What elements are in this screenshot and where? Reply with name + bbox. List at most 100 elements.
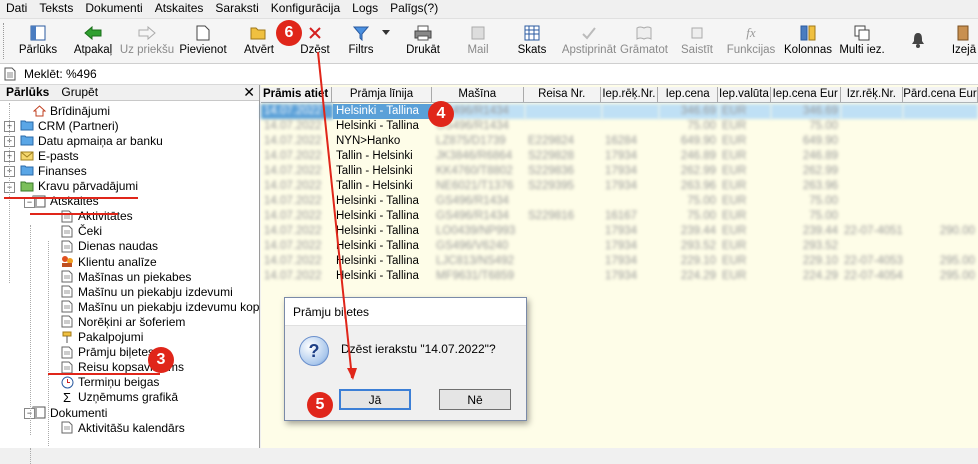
table-row[interactable]: 14.07.2022 Helsinki - Tallina LO0439/NP993… — [261, 224, 978, 239]
table-cell: EUR — [722, 180, 747, 192]
tree-item[interactable]: Dienas naudas — [60, 239, 158, 254]
table-cell — [841, 149, 903, 164]
approve-button[interactable]: Apstiprināt — [560, 19, 618, 63]
table-row[interactable]: 14.07.2022 Tallin - Helsinki JK3846/R6864 S… — [261, 149, 978, 164]
clock-icon — [60, 376, 74, 389]
table-cell: 17934 — [605, 150, 637, 162]
tab-parluks[interactable]: Pārlūks — [0, 85, 55, 100]
add-button[interactable]: Pievienot — [178, 19, 228, 63]
tree-item[interactable]: Finanses — [20, 163, 87, 178]
post-button[interactable]: Grāmatot — [620, 19, 668, 63]
table-cell: Helsinki - Tallina — [336, 270, 419, 282]
tree-item[interactable]: E-pasts — [20, 148, 79, 163]
menu-saraksti[interactable]: Saraksti — [209, 0, 264, 17]
table-cell: 262.99 — [802, 165, 838, 177]
table-cell — [903, 134, 978, 149]
menu-atskaites[interactable]: Atskaites — [149, 0, 210, 17]
table-row[interactable]: 14.07.2022 Tallin - Helsinki KK4760/T8802 S… — [261, 164, 978, 179]
tree-item[interactable]: Aktivitāšu kalendārs — [60, 420, 185, 435]
table-cell — [841, 134, 903, 149]
tree-item[interactable]: Mašīnas un piekabes — [60, 269, 191, 284]
menu-dokumenti[interactable]: Dokumenti — [79, 0, 148, 17]
tree-item-label: Finanses — [38, 163, 87, 178]
table-row[interactable]: 14.07.2022 Tallin - Helsinki NE6021/T1376 S… — [261, 179, 978, 194]
tree-item[interactable]: Kravu pārvadājumi — [20, 179, 138, 194]
menu-teksts[interactable]: Teksts — [33, 0, 79, 17]
delete-button[interactable]: Dzēst — [297, 19, 333, 63]
table-cell — [903, 119, 978, 134]
tree-guide-line — [30, 225, 31, 435]
close-icon[interactable]: ✕ — [243, 84, 255, 101]
menu-logs[interactable]: Logs — [346, 0, 384, 17]
tree-item[interactable]: Termiņu beigas — [60, 375, 159, 390]
mail-button[interactable]: Mail — [462, 19, 494, 63]
table-row[interactable]: 14.07.2022 Helsinki - Tallina GS496/R1434 7… — [261, 119, 978, 134]
grid-view-icon — [522, 24, 542, 42]
tree-item[interactable]: Σ Uzņēmums grafikā — [60, 390, 178, 405]
table-cell: EUR — [722, 255, 747, 267]
search-document-icon — [4, 67, 16, 81]
table-row[interactable]: 14.07.2022 Helsinki - Tallina GS496/R1434 7… — [261, 194, 978, 209]
forward-arrow-icon — [137, 24, 157, 42]
yes-button[interactable]: Jā — [339, 389, 411, 410]
tree-item-label: Aktivitāšu kalendārs — [78, 420, 185, 435]
notifications-button[interactable] — [906, 19, 930, 63]
column-header[interactable]: Prāmis atiet — [261, 87, 333, 102]
search-text[interactable]: Meklēt: %496 — [24, 67, 97, 81]
column-header[interactable]: Prāmja līnija — [332, 87, 432, 102]
exit-button[interactable]: Izejā — [950, 19, 978, 63]
tree-item[interactable]: Atskaites — [32, 194, 99, 209]
tree-item[interactable]: Dokumenti — [32, 405, 107, 420]
table-row[interactable]: 14.07.2022 NYN>Hanko LZ875/D1739 E229824 162… — [261, 134, 978, 149]
column-header[interactable]: Iep.cena Eur — [771, 87, 841, 102]
column-header[interactable]: Iep.cena — [658, 87, 719, 102]
tree-item[interactable]: Brīdinājumi — [32, 103, 110, 118]
toolbar-grip[interactable] — [3, 23, 7, 59]
menu-paligs[interactable]: Palīgs(?) — [384, 0, 444, 17]
back-button[interactable]: Atpakaļ — [70, 19, 116, 63]
tree-guide-line — [9, 103, 10, 283]
tree-item[interactable]: Klientu analīze — [60, 254, 157, 269]
tree-item[interactable]: CRM (Partneri) — [20, 118, 119, 133]
column-header[interactable]: Reisa Nr. — [524, 87, 601, 102]
table-row[interactable]: 14.07.2022 Helsinki - Tallina GS496/R1434 3… — [261, 104, 978, 119]
tree-guide-line — [48, 241, 49, 446]
column-header[interactable]: Izr.rēķ.Nr. — [841, 87, 903, 102]
print-button[interactable]: Drukāt — [404, 19, 442, 63]
table-cell: S229395 — [528, 180, 575, 192]
table-row[interactable]: 14.07.2022 Helsinki - Tallina MF9631/T6859… — [261, 269, 978, 284]
tree-item[interactable]: Norēķini ar šoferiem — [60, 314, 185, 329]
table-row[interactable]: 14.07.2022 Helsinki - Tallina LJC813/NS492… — [261, 254, 978, 269]
tab-grupet[interactable]: Grupēt — [55, 85, 104, 100]
menu-dati[interactable]: Dati — [0, 0, 33, 17]
column-header[interactable]: Iep.rēķ.Nr. — [601, 87, 659, 102]
column-header[interactable]: Mašīna — [432, 87, 524, 102]
table-cell: Tallin - Helsinki — [336, 165, 413, 177]
tree-item[interactable]: Pakalpojumi — [60, 330, 143, 345]
tree-item-label: Termiņu beigas — [78, 375, 160, 390]
browser-panel-button[interactable]: Pārlūks — [14, 19, 62, 63]
forward-button[interactable]: Uz priekšu — [120, 19, 174, 63]
tree-item[interactable]: Aktivitātes — [60, 209, 133, 224]
column-header[interactable]: Iep.valūta — [718, 87, 771, 102]
table-row[interactable]: 14.07.2022 Helsinki - Tallina GS496/V6240 1… — [261, 239, 978, 254]
tree-item[interactable]: Čeki — [60, 224, 102, 239]
columns-button[interactable]: Kolonnas — [784, 19, 832, 63]
table-cell: 14.07.2022 — [264, 240, 322, 252]
tree-item[interactable]: Prāmju biļetes — [60, 345, 154, 360]
view-button[interactable]: Skats — [514, 19, 550, 63]
column-header[interactable]: Pārd.cena Eur — [903, 87, 978, 102]
filter-button[interactable]: Filtrs — [346, 19, 376, 63]
tree-item[interactable]: Mašīnu un piekabju izdevumi — [60, 284, 233, 299]
multi-edit-button[interactable]: Multi iez. — [839, 19, 885, 63]
tree-item[interactable]: Mašīnu un piekabju izdevumu kop — [60, 299, 259, 314]
tree-item[interactable]: Datu apmaiņa ar banku — [20, 133, 163, 148]
filter-dropdown-button[interactable] — [380, 19, 392, 63]
table-row[interactable]: 14.07.2022 Helsinki - Tallina GS496/R1434 S… — [261, 209, 978, 224]
table-cell: EUR — [722, 225, 747, 237]
functions-button[interactable]: fx Funkcijas — [726, 19, 776, 63]
open-button[interactable]: Atvērt — [238, 19, 280, 63]
link-button[interactable]: Saistīt — [678, 19, 716, 63]
menu-konfiguracija[interactable]: Konfigurācija — [265, 0, 346, 17]
no-button[interactable]: Nē — [439, 389, 511, 410]
